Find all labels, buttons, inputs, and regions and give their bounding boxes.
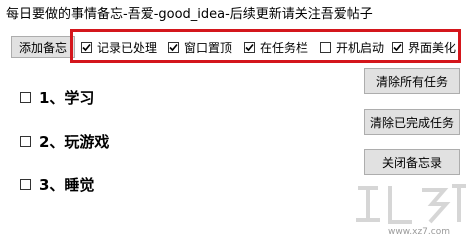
option-label: 开机启动 bbox=[336, 40, 385, 55]
option-label: 窗口置顶 bbox=[184, 40, 233, 55]
checkbox-checked-icon bbox=[392, 41, 403, 53]
checkbox-checked-icon bbox=[244, 41, 255, 53]
option-label: 界面美化 bbox=[408, 40, 457, 55]
window-title: 每日要做的事情备忘-吾爱-good_idea-后续更新请关注吾爱帖子 bbox=[6, 7, 373, 22]
task-label: 1、学习 bbox=[39, 88, 95, 107]
checkbox-unchecked-icon bbox=[320, 41, 331, 53]
task-item[interactable]: 3、睡觉 bbox=[20, 174, 94, 194]
checkbox-unchecked-icon bbox=[20, 178, 31, 190]
task-label: 3、睡觉 bbox=[39, 175, 95, 194]
app-window: 每日要做的事情备忘-吾爱-good_idea-后续更新请关注吾爱帖子 添加备忘 … bbox=[0, 0, 473, 246]
checkbox-checked-icon bbox=[81, 41, 92, 53]
task-item[interactable]: 1、学习 bbox=[20, 87, 94, 107]
option-in-taskbar[interactable]: 在任务栏 bbox=[244, 40, 309, 55]
close-notes-button[interactable]: 关闭备忘录 bbox=[364, 149, 460, 175]
task-item[interactable]: 2、玩游戏 bbox=[20, 131, 109, 151]
clear-all-tasks-button[interactable]: 清除所有任务 bbox=[364, 68, 460, 94]
option-ui-beautify[interactable]: 界面美化 bbox=[392, 40, 457, 55]
checkbox-checked-icon bbox=[168, 41, 179, 53]
option-record-processed[interactable]: 记录已处理 bbox=[81, 40, 158, 55]
task-label: 2、玩游戏 bbox=[39, 132, 110, 151]
clear-completed-tasks-button[interactable]: 清除已完成任务 bbox=[364, 109, 460, 135]
add-note-button[interactable]: 添加备忘 bbox=[11, 36, 75, 58]
checkbox-unchecked-icon bbox=[20, 91, 31, 103]
option-start-on-boot[interactable]: 开机启动 bbox=[320, 40, 385, 55]
watermark-text: www.xz7.com bbox=[388, 227, 450, 237]
option-label: 在任务栏 bbox=[260, 40, 309, 55]
option-window-on-top[interactable]: 窗口置顶 bbox=[168, 40, 233, 55]
title-bar: 每日要做的事情备忘-吾爱-good_idea-后续更新请关注吾爱帖子 bbox=[0, 0, 473, 26]
option-label: 记录已处理 bbox=[97, 40, 158, 55]
checkbox-unchecked-icon bbox=[20, 135, 31, 147]
